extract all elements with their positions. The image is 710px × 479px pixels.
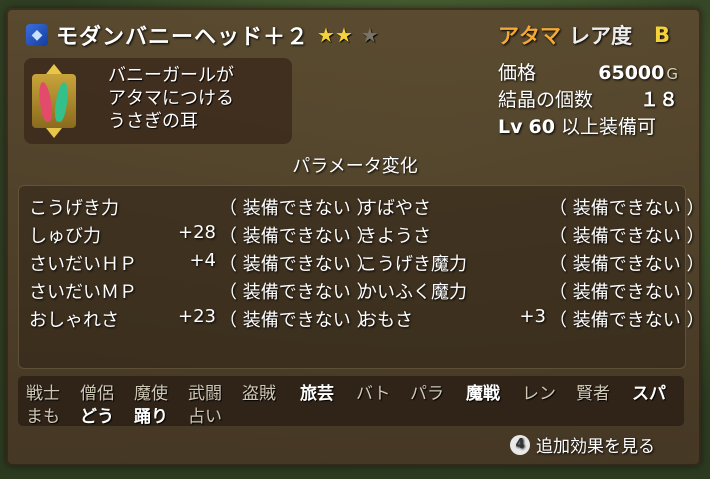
stat-state: （ 装備できない ） (219, 254, 375, 275)
stat-state: （ 装備できない ） (219, 198, 375, 219)
job-label: 戦士 (26, 384, 60, 404)
job-list: 戦士 僧侶 魔使 武闘 盗賊 旅芸 バト パラ 魔戦 レン 賢者 スパ まも ど… (18, 376, 684, 427)
level-row: Lv 60 以上装備可 (498, 112, 678, 139)
job-label: 旅芸 (300, 384, 334, 404)
job-label: まも (26, 407, 60, 427)
item-name: モダンバニーヘッド＋２ (56, 25, 310, 50)
job-label: 賢者 (576, 384, 610, 404)
stat-name: さいだいＨＰ (29, 254, 137, 275)
star-icon-filled: ★★ (317, 23, 353, 47)
stat-state: （ 装備できない ） (549, 282, 705, 303)
show-extra-effects-button[interactable]: 4 追加効果を見る (510, 432, 655, 457)
stat-row: きようさ （ 装備できない ） (359, 222, 704, 247)
item-icon-selector[interactable] (32, 64, 76, 138)
gem-icon: ◆ (26, 24, 48, 46)
stat-value: +28 (178, 222, 216, 243)
stat-row: すばやさ （ 装備できない ） (359, 194, 704, 219)
arrow-up-icon[interactable] (46, 64, 62, 74)
stat-state: （ 装備できない ） (549, 310, 705, 331)
stat-row: かいふく魔力 （ 装備できない ） (359, 278, 704, 303)
stat-table: こうげき力 （ 装備できない ） しゅび力 +28 （ 装備できない ） さいだ… (18, 185, 704, 369)
rarity-label: レア度 (569, 24, 632, 48)
job-label: パラ (410, 384, 444, 404)
rarity-grade: B (654, 23, 671, 47)
job-label: バト (356, 384, 391, 404)
job-label: 魔使 (134, 384, 168, 404)
star-icon-empty: ★ (360, 23, 379, 47)
stat-name: さいだいＭＰ (29, 282, 137, 303)
description-line: うさぎの耳 (108, 111, 198, 132)
description-box: バニーガールが アタマにつける うさぎの耳 (24, 58, 292, 144)
job-label: 魔戦 (466, 384, 500, 404)
job-label: 武闘 (188, 384, 222, 404)
show-extra-effects-label: 追加効果を見る (536, 437, 655, 457)
stat-name: かいふく魔力 (359, 282, 467, 303)
item-info: 価格 65000 G 結晶の個数 １８ Lv 60 以上装備可 (498, 58, 678, 139)
stat-state: （ 装備できない ） (219, 310, 375, 331)
stat-value: +3 (519, 306, 546, 327)
job-label: 占い (188, 407, 222, 427)
stat-name: おしゃれさ (29, 310, 119, 331)
crystal-value: １８ (639, 89, 678, 111)
rarity-row: アタマ レア度 B (498, 20, 670, 50)
stat-row: おしゃれさ +23 （ 装備できない ） (29, 306, 374, 331)
stat-value: +4 (189, 250, 216, 271)
stat-name: しゅび力 (29, 226, 101, 247)
crystal-label: 結晶の個数 (498, 89, 594, 111)
description-line: バニーガールが (108, 65, 234, 86)
stat-name: すばやさ (359, 198, 431, 219)
stat-state: （ 装備できない ） (549, 254, 705, 275)
crystal-row: 結晶の個数 １８ (498, 85, 678, 112)
stat-row: しゅび力 +28 （ 装備できない ） (29, 222, 374, 247)
stat-row: さいだいＭＰ （ 装備できない ） (29, 278, 374, 303)
stat-row: こうげき力 （ 装備できない ） (29, 194, 374, 219)
equip-slot: アタマ (498, 24, 561, 48)
lv-tag: Lv (498, 116, 523, 138)
job-label: どう (80, 407, 114, 427)
job-label: 踊り (134, 407, 168, 427)
price-value: 65000 (598, 62, 665, 84)
stat-state: （ 装備できない ） (549, 226, 705, 247)
button-4-icon: 4 (510, 434, 530, 455)
price-unit: G (666, 65, 678, 83)
job-label: スパ (632, 384, 666, 404)
description-line: アタマにつける (108, 88, 234, 109)
item-description: バニーガールが アタマにつける うさぎの耳 (108, 64, 234, 133)
item-title-row: ◆ モダンバニーヘッド＋２ ★★ ★ (26, 20, 379, 50)
lv-suffix: 以上装備可 (560, 116, 656, 138)
stat-row: おもさ +3 （ 装備できない ） (359, 306, 704, 331)
arrow-down-icon[interactable] (46, 128, 62, 138)
stat-state: （ 装備できない ） (219, 226, 375, 247)
item-icon-frame (32, 74, 76, 128)
stat-name: こうげき魔力 (359, 254, 467, 275)
stat-state: （ 装備できない ） (549, 198, 705, 219)
stat-row: さいだいＨＰ +4 （ 装備できない ） (29, 250, 374, 275)
job-label: 僧侶 (80, 384, 114, 404)
section-title: パラメータ変化 (292, 156, 418, 177)
job-label: レン (522, 384, 556, 404)
job-label: 盗賊 (242, 384, 276, 404)
price-row: 価格 65000 G (498, 58, 678, 85)
price-label: 価格 (498, 62, 537, 84)
lv-value: 60 (528, 116, 555, 138)
stat-value: +23 (178, 306, 216, 327)
stat-name: きようさ (359, 226, 431, 247)
stat-state: （ 装備できない ） (219, 282, 375, 303)
stat-name: おもさ (359, 310, 413, 331)
stat-name: こうげき力 (29, 198, 119, 219)
stat-row: こうげき魔力 （ 装備できない ） (359, 250, 704, 275)
